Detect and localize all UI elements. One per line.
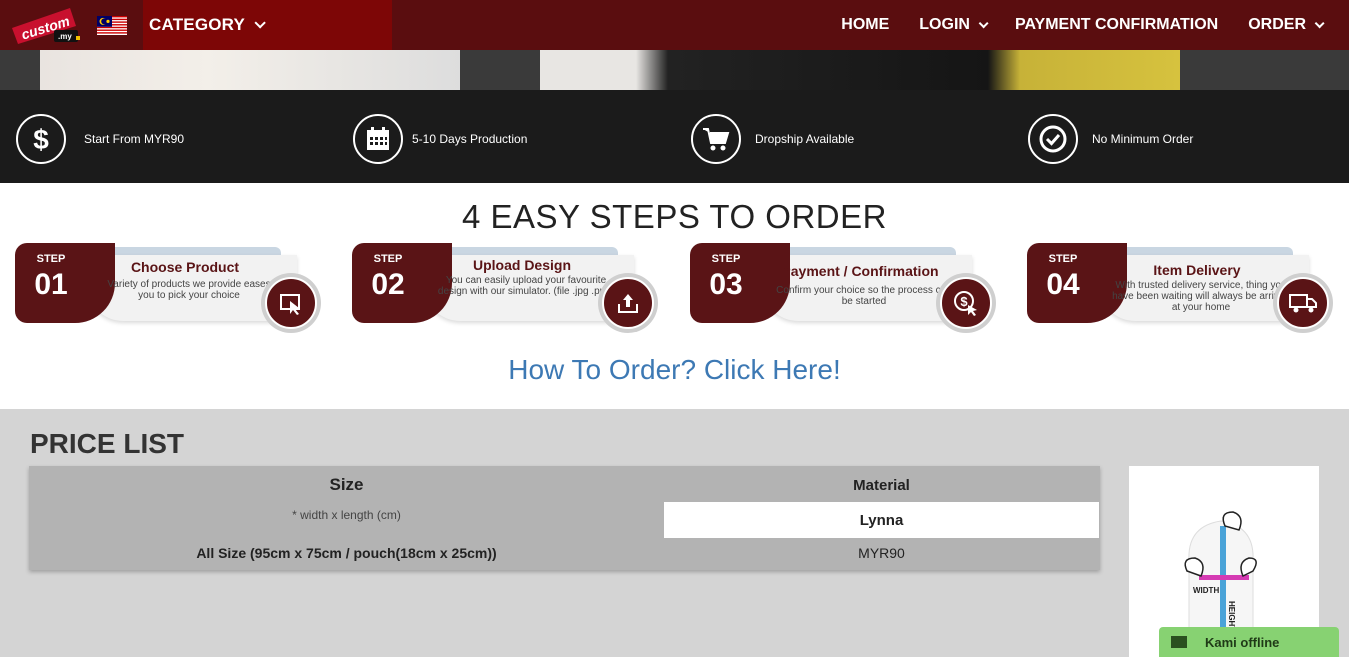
step-desc: With trusted delivery service, thing you…: [1112, 280, 1290, 313]
step-label: STEP: [1048, 253, 1078, 265]
feature-item: Dropship Available: [691, 114, 854, 164]
step-number: 03: [709, 268, 743, 301]
step-card-2: STEP 02 Upload Design You can easily upl…: [352, 243, 660, 335]
step-label: STEP: [711, 253, 741, 265]
steps-title: 4 EASY STEPS TO ORDER: [462, 198, 887, 235]
table-row-price: MYR90: [858, 545, 905, 561]
feature-label: 5-10 Days Production: [412, 132, 528, 146]
step-title: Item Delivery: [1153, 262, 1241, 278]
step-title: Upload Design: [472, 257, 571, 273]
feature-label: No Minimum Order: [1092, 132, 1194, 146]
step-label: STEP: [373, 253, 403, 265]
hero-banner: [0, 50, 1349, 90]
top-navbar: custom .my CATEGORY HOME LOGIN PAYMENT C…: [0, 0, 1349, 50]
table-row-size: All Size (95cm x 75cm / pouch(18cm x 25c…: [196, 545, 497, 561]
upload-icon: [598, 273, 658, 333]
svg-text:$: $: [960, 294, 968, 309]
step-title: Payment / Confirmation: [781, 263, 939, 279]
main-menu: HOME LOGIN PAYMENT CONFIRMATION ORDER: [811, 0, 1325, 50]
feature-item: $ Start From MYR90: [16, 114, 184, 164]
check-circle-icon: [1028, 114, 1078, 164]
menu-login-label: LOGIN: [919, 16, 970, 33]
step-label: STEP: [36, 253, 66, 265]
pointer-icon: [261, 273, 321, 333]
price-table: Size * width x length (cm) Material Lynn…: [29, 466, 1100, 570]
hero-image-left: [40, 50, 460, 90]
step-number: 02: [371, 268, 405, 301]
step-card-1: STEP 01 Choose Product Variety of produc…: [15, 243, 323, 335]
page: custom .my CATEGORY HOME LOGIN PAYMENT C…: [0, 0, 1349, 657]
chevron-down-icon: [1314, 17, 1325, 28]
svg-text:$: $: [33, 124, 49, 155]
material-lynna[interactable]: Lynna: [664, 502, 1099, 538]
category-dropdown[interactable]: CATEGORY: [143, 0, 392, 50]
features-bar: $ Start From MYR90 5-10 Days Production …: [0, 90, 1349, 183]
feature-item: No Minimum Order: [1028, 114, 1193, 164]
step-number: 04: [1046, 268, 1080, 301]
envelope-icon: [1171, 636, 1187, 648]
feature-item: 5-10 Days Production: [353, 114, 527, 164]
menu-login[interactable]: LOGIN: [919, 16, 989, 34]
step-card-4: STEP 04 Item Delivery With trusted deliv…: [1027, 243, 1335, 335]
site-logo[interactable]: custom .my: [10, 6, 84, 46]
chevron-down-icon: [978, 17, 989, 28]
feature-label: Start From MYR90: [84, 132, 185, 146]
step-desc: You can easily upload your favourite des…: [437, 275, 615, 297]
hero-image-right: [540, 50, 1180, 90]
chevron-down-icon: [254, 17, 266, 29]
how-to-order-link[interactable]: How To Order? Click Here!: [0, 354, 1349, 386]
menu-payment-label: PAYMENT CONFIRMATION: [1014, 16, 1219, 33]
menu-home-label: HOME: [841, 16, 890, 33]
step-card-3: STEP 03 Payment / Confirmation Confirm y…: [690, 243, 998, 335]
price-list-section: PRICE LIST Size * width x length (cm) Ma…: [0, 409, 1349, 657]
menu-payment-confirmation[interactable]: PAYMENT CONFIRMATION: [1015, 16, 1218, 34]
menu-home[interactable]: HOME: [841, 16, 889, 34]
step-title: Choose Product: [130, 259, 240, 275]
menu-order[interactable]: ORDER: [1248, 16, 1325, 34]
malaysia-flag-icon[interactable]: [97, 16, 127, 35]
step-number: 01: [34, 268, 68, 301]
chat-widget[interactable]: Kami offline: [1159, 627, 1339, 657]
diagram-width-label: WIDTH: [1193, 586, 1219, 595]
dollar-icon: $: [16, 114, 66, 164]
truck-icon: [1273, 273, 1333, 333]
step-desc: Variety of products we provide eases you…: [107, 279, 271, 301]
step-desc: Confirm your choice so the process can b…: [776, 285, 952, 307]
size-subheader: * width x length (cm): [292, 508, 401, 522]
chat-label: Kami offline: [1205, 634, 1280, 650]
cart-icon: [691, 114, 741, 164]
menu-order-label: ORDER: [1248, 16, 1306, 33]
material-header: Material: [853, 477, 910, 494]
size-header: Size: [329, 475, 364, 494]
price-list-title: PRICE LIST: [30, 428, 185, 459]
svg-text:.my: .my: [58, 32, 72, 41]
feature-label: Dropship Available: [755, 132, 855, 146]
payment-icon: $: [936, 273, 996, 333]
calendar-icon: [353, 114, 403, 164]
category-label: CATEGORY: [149, 15, 246, 34]
